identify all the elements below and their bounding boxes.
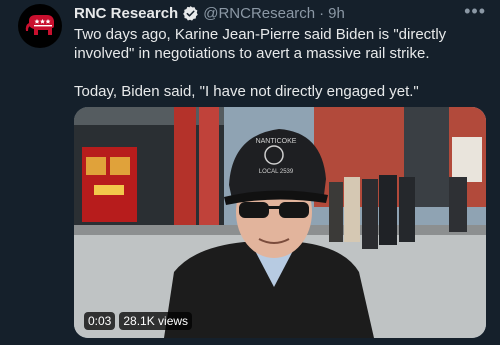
account-name[interactable]: RNC Research xyxy=(74,5,178,22)
avatar[interactable] xyxy=(18,4,62,48)
tweet-paragraph-1: Two days ago, Karine Jean-Pierre said Bi… xyxy=(74,26,447,62)
account-handle[interactable]: @RNCResearch xyxy=(203,5,315,22)
video-frame: NANTICOKE LOCAL 2539 xyxy=(74,107,486,338)
cap-text-bottom: LOCAL 2539 xyxy=(259,169,294,175)
gop-elephant-logo xyxy=(25,15,54,35)
tweet[interactable]: RNC Research @RNCResearch · 9h ••• Two d… xyxy=(0,0,500,345)
more-icon[interactable]: ••• xyxy=(464,1,486,22)
tweet-timestamp[interactable]: 9h xyxy=(328,5,345,22)
video-player[interactable]: NANTICOKE LOCAL 2539 0:03 28.1K views xyxy=(74,107,486,338)
cap-text-top: NANTICOKE xyxy=(256,138,297,145)
video-badges: 0:03 28.1K views xyxy=(84,312,193,330)
video-duration: 0:03 xyxy=(84,312,116,330)
video-views: 28.1K views xyxy=(119,312,193,330)
tweet-text: Two days ago, Karine Jean-Pierre said Bi… xyxy=(74,25,494,101)
tweet-paragraph-2: Today, Biden said, "I have not directly … xyxy=(74,83,419,100)
handle-separator: · xyxy=(319,4,325,22)
verified-badge-icon xyxy=(183,5,198,21)
tweet-header: RNC Research @RNCResearch · 9h xyxy=(74,3,345,23)
